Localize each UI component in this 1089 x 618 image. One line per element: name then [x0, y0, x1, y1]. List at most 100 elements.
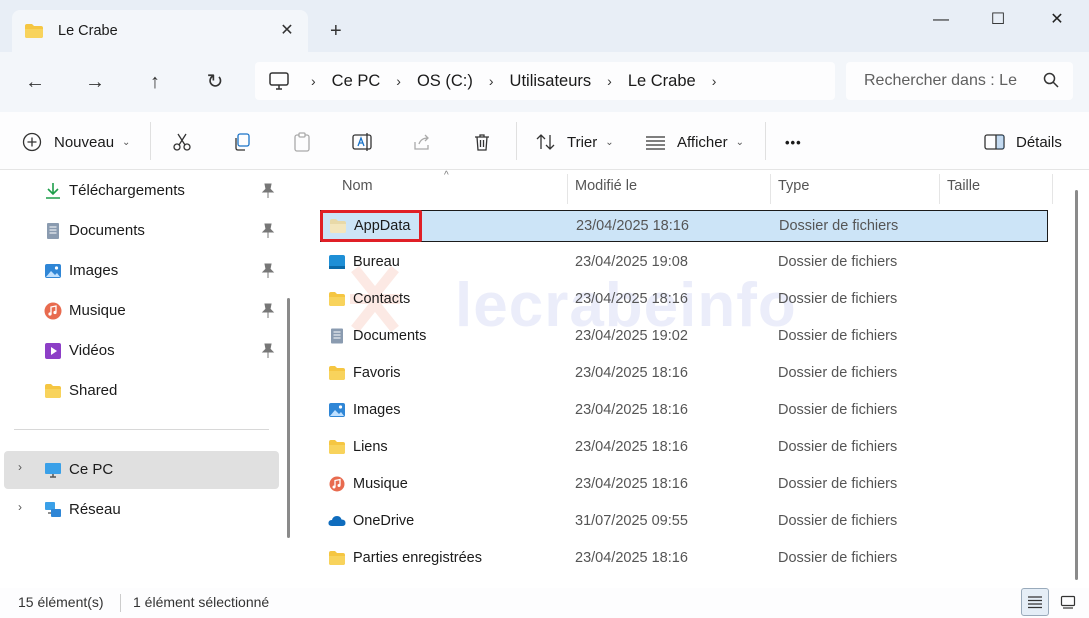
desktop-folder-icon — [329, 255, 345, 269]
download-icon — [46, 183, 60, 199]
breadcrumb-os-c[interactable]: OS (C:) — [417, 72, 473, 91]
pin-icon[interactable] — [261, 303, 275, 319]
music-icon — [329, 476, 345, 492]
selection-count: 1 élément sélectionné — [133, 594, 270, 610]
plus-circle-icon — [22, 132, 42, 152]
new-tab-button[interactable]: + — [330, 20, 342, 42]
status-divider — [120, 594, 121, 612]
table-row[interactable]: Contacts 23/04/2025 18:16 Dossier de fic… — [320, 284, 1048, 316]
column-divider[interactable] — [770, 174, 771, 204]
table-row[interactable]: Favoris 23/04/2025 18:16 Dossier de fich… — [320, 358, 1048, 390]
tab-le-crabe[interactable]: Le Crabe ✕ — [12, 10, 308, 52]
search-placeholder: Rechercher dans : Le — [864, 72, 1017, 89]
column-header-type[interactable]: Type — [778, 178, 809, 194]
monitor-icon — [269, 72, 289, 90]
chevron-right-icon[interactable]: › — [311, 73, 316, 89]
share-button[interactable] — [412, 130, 432, 154]
column-header-size[interactable]: Taille — [947, 178, 980, 194]
chevron-down-icon: ⌄ — [122, 136, 131, 148]
toolbar-divider — [765, 122, 766, 160]
file-type: Dossier de fichiers — [778, 550, 898, 566]
maximize-button[interactable]: ☐ — [975, 8, 1021, 32]
column-header-modified[interactable]: Modifié le — [575, 178, 637, 194]
table-row[interactable]: Images 23/04/2025 18:16 Dossier de fichi… — [320, 395, 1048, 427]
details-view-button[interactable] — [1021, 588, 1049, 616]
sidebar-item-label: Images — [69, 262, 119, 279]
breadcrumb-le-crabe[interactable]: Le Crabe — [628, 72, 696, 91]
pin-icon[interactable] — [261, 263, 275, 279]
sidebar-item-telechargements[interactable]: Téléchargements — [0, 172, 279, 210]
cut-button[interactable] — [172, 130, 192, 154]
image-icon — [329, 403, 345, 417]
table-row[interactable]: Liens 23/04/2025 18:16 Dossier de fichie… — [320, 432, 1048, 464]
forward-button[interactable]: → — [81, 68, 109, 96]
document-icon — [331, 328, 343, 344]
tab-title: Le Crabe — [58, 23, 118, 39]
file-date: 23/04/2025 18:16 — [575, 291, 688, 307]
column-divider[interactable] — [939, 174, 940, 204]
up-button[interactable]: ↑ — [141, 68, 169, 96]
item-count: 15 élément(s) — [18, 594, 104, 610]
table-row[interactable]: Parties enregistrées 23/04/2025 18:16 Do… — [320, 543, 1048, 575]
video-icon — [45, 343, 61, 359]
column-header-name[interactable]: Nom — [342, 178, 373, 194]
sidebar-item-shared[interactable]: Shared — [0, 372, 279, 410]
new-button[interactable]: Nouveau ⌄ — [22, 130, 130, 154]
file-name: Bureau — [353, 254, 400, 270]
pin-icon[interactable] — [261, 223, 275, 239]
rename-button[interactable] — [352, 130, 374, 154]
chevron-right-icon[interactable]: › — [489, 73, 494, 89]
chevron-right-icon[interactable]: › — [396, 73, 401, 89]
more-options-button[interactable]: ••• — [785, 130, 802, 154]
address-bar[interactable]: › Ce PC › OS (C:) › Utilisateurs › Le Cr… — [255, 62, 835, 100]
pin-icon[interactable] — [261, 343, 275, 359]
copy-button[interactable] — [232, 130, 252, 154]
table-row[interactable]: OneDrive 31/07/2025 09:55 Dossier de fic… — [320, 506, 1048, 538]
column-divider[interactable] — [1052, 174, 1053, 204]
view-button[interactable]: Afficher ⌄ — [645, 130, 744, 154]
table-row[interactable]: AppData 23/04/2025 18:16 Dossier de fich… — [320, 210, 1048, 242]
sidebar-item-videos[interactable]: Vidéos — [0, 332, 279, 370]
sidebar-item-musique[interactable]: Musique — [0, 292, 279, 330]
chevron-right-icon[interactable]: › — [18, 500, 22, 514]
network-icon — [45, 502, 61, 517]
pin-icon[interactable] — [261, 183, 275, 199]
sidebar-item-images[interactable]: Images — [0, 252, 279, 290]
breadcrumb-ce-pc[interactable]: Ce PC — [332, 72, 381, 91]
close-window-button[interactable]: ✕ — [1034, 8, 1080, 32]
address-row: ← → ↑ ↻ › Ce PC › OS (C:) › Utilisateurs… — [0, 52, 1089, 112]
file-date: 23/04/2025 19:08 — [575, 254, 688, 270]
file-type: Dossier de fichiers — [778, 254, 898, 270]
sidebar-item-reseau[interactable]: › Réseau — [0, 491, 279, 529]
chevron-right-icon[interactable]: › — [712, 73, 717, 89]
back-button[interactable]: ← — [21, 68, 49, 96]
tab-close-icon[interactable]: ✕ — [278, 22, 296, 40]
paste-button[interactable] — [292, 130, 312, 154]
breadcrumb-utilisateurs[interactable]: Utilisateurs — [510, 72, 592, 91]
file-name: Contacts — [353, 291, 411, 307]
file-list-scrollbar[interactable] — [1075, 190, 1078, 580]
chevron-right-icon[interactable]: › — [607, 73, 612, 89]
file-name: Musique — [353, 476, 408, 492]
sidebar-item-label: Vidéos — [69, 342, 115, 359]
chevron-down-icon: ⌄ — [735, 136, 744, 148]
column-divider[interactable] — [567, 174, 568, 204]
details-button[interactable]: Détails — [984, 130, 1062, 154]
chevron-right-icon[interactable]: › — [18, 460, 22, 474]
sidebar-scrollbar[interactable] — [287, 298, 290, 538]
table-row[interactable]: Bureau 23/04/2025 19:08 Dossier de fichi… — [320, 247, 1048, 279]
sidebar-item-ce-pc[interactable]: › Ce PC — [4, 451, 279, 489]
minimize-button[interactable]: — — [918, 8, 964, 32]
delete-button[interactable] — [472, 130, 492, 154]
search-icon[interactable] — [1043, 72, 1059, 88]
table-row[interactable]: Documents 23/04/2025 19:02 Dossier de fi… — [320, 321, 1048, 353]
sidebar-item-documents[interactable]: Documents — [0, 212, 279, 250]
table-row[interactable]: Musique 23/04/2025 18:16 Dossier de fich… — [320, 469, 1048, 501]
search-input[interactable]: Rechercher dans : Le — [846, 62, 1073, 100]
refresh-button[interactable]: ↻ — [201, 68, 229, 96]
file-date: 23/04/2025 19:02 — [575, 328, 688, 344]
sort-button[interactable]: Trier ⌄ — [535, 130, 614, 154]
tiles-view-button[interactable] — [1054, 588, 1082, 616]
list-view-icon — [1028, 596, 1042, 609]
scissors-icon — [173, 133, 191, 151]
